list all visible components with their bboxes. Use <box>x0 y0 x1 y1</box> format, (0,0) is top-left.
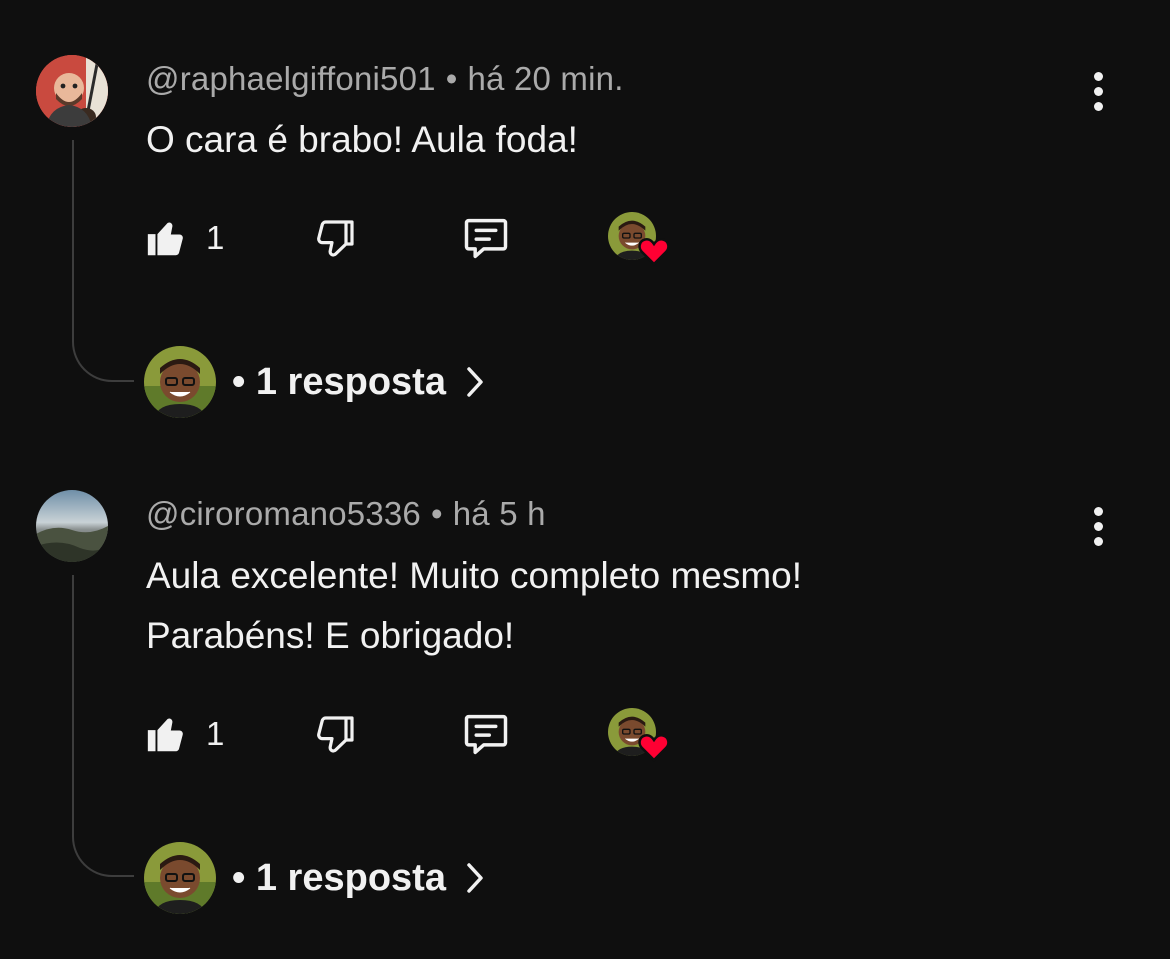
replies-count-label: • 1 resposta <box>232 856 446 899</box>
dislike-button[interactable] <box>312 708 360 760</box>
author-name[interactable]: @ciroromano5336 <box>146 495 421 532</box>
landscape-avatar-icon <box>36 490 108 562</box>
comment-text: Aula excelente! Muito completo mesmo! Pa… <box>146 546 802 666</box>
reply-button[interactable] <box>460 708 512 760</box>
more-vertical-icon-dot <box>1093 521 1103 531</box>
thread-connector <box>72 575 134 877</box>
view-replies-button[interactable]: • 1 resposta <box>144 841 486 915</box>
chevron-right-icon <box>464 860 486 896</box>
comment-actions: 1 <box>144 708 684 762</box>
comment-time: há 5 h <box>452 495 546 532</box>
comment-icon <box>464 714 508 755</box>
creator-face-icon <box>144 842 216 914</box>
like-count: 1 <box>206 715 225 752</box>
like-button[interactable]: 1 <box>144 708 224 760</box>
heart-icon <box>638 734 670 762</box>
creator-heart <box>608 708 672 764</box>
comment-thread: @ciroromano5336 • há 5 h Aula excelente! M… <box>0 0 1170 959</box>
more-options-button[interactable] <box>1080 502 1116 550</box>
meta-separator: • <box>430 495 443 532</box>
comment-text-line: Aula excelente! Muito completo mesmo! <box>146 555 803 596</box>
comment-text-line: Parabéns! E obrigado! <box>146 615 515 656</box>
reply-author-avatar <box>144 842 216 914</box>
more-vertical-icon <box>1093 506 1103 516</box>
author-avatar[interactable] <box>36 490 108 562</box>
thumbs-down-icon <box>317 716 354 753</box>
thumbs-up-icon <box>147 718 183 752</box>
more-vertical-icon-dot <box>1093 536 1103 546</box>
comment-meta: @ciroromano5336 • há 5 h <box>146 495 546 533</box>
